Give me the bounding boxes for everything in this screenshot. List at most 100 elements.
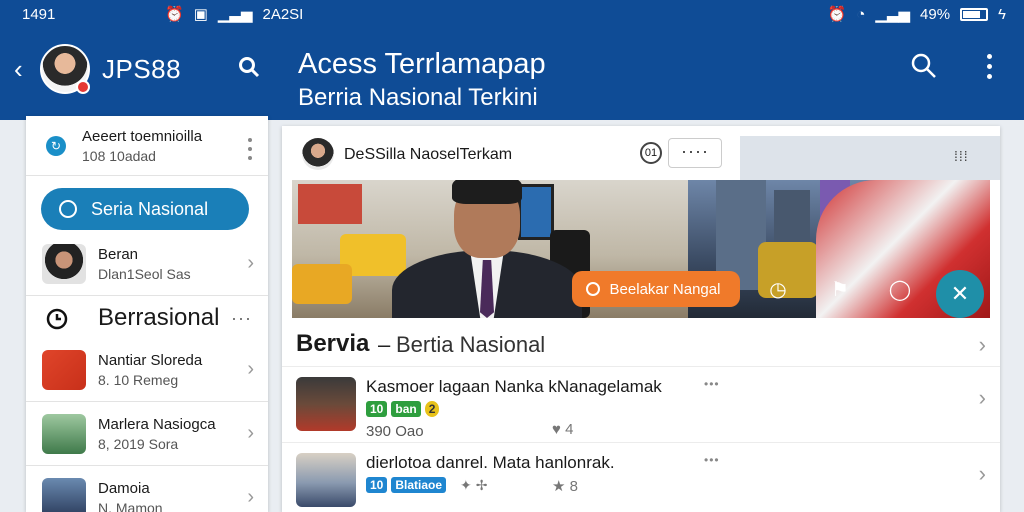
more-vert-icon[interactable]	[984, 54, 994, 79]
sidebar-item[interactable]: Nantiar Sloreda 8. 10 Remeg ›	[26, 340, 268, 402]
chevron-right-icon: ›	[978, 461, 986, 486]
like-count: ♥ 4	[552, 421, 573, 438]
sidebar-item[interactable]: Damoia N. Mamon ›	[26, 468, 268, 512]
sidebar-item[interactable]: Marlera Nasiogca 8, 2019 Sora ›	[26, 404, 268, 466]
card-header: DeSSilla NaoselTerkam 01 ···· ⁞⁞⁞	[282, 126, 1000, 180]
section-dash: –	[378, 332, 391, 357]
sidebar-item-label: Damoia	[98, 480, 150, 497]
status-bar: 1491 ⏰ ▣ ▁▃▅ 2A2SI ⏰ ◔ ▁▃▅ 49% ϟ	[0, 0, 1024, 30]
page-title: Acess Terrlamapap	[298, 48, 546, 80]
tag-badge: Blatiaoe	[391, 477, 447, 493]
pin-icon[interactable]: ✢	[476, 477, 488, 494]
sidebar-section-title: Berrasional	[98, 304, 220, 331]
star-count: ★ 8	[552, 477, 578, 495]
sidebar-top-item[interactable]: ↻ Aeeert toemnioilla 108 10adad	[26, 116, 268, 176]
article-title: dierlotoa danrel. Mata hanlonrak.	[366, 453, 615, 472]
circle-icon	[59, 200, 77, 218]
like-icon[interactable]: ♥	[552, 421, 561, 438]
article-row[interactable]: dierlotoa danrel. Mata hanlonrak. ••• 10…	[282, 442, 1000, 512]
timer-icon[interactable]: ◷	[764, 276, 792, 304]
more-button[interactable]: ····	[668, 138, 722, 168]
record-icon[interactable]: ◯	[886, 276, 914, 304]
section-title: Bervia	[296, 330, 370, 357]
sidebar-section-header: Berrasional ···	[26, 296, 268, 346]
sidebar: ↻ Aeeert toemnioilla 108 10adad Seria Na…	[26, 116, 268, 512]
signal-icon: ▁▃▅	[217, 6, 253, 23]
sidebar-item-label: Marlera Nasiogca	[98, 416, 216, 433]
star-icon[interactable]: ★	[552, 478, 565, 495]
hero-badge-label: Beelakar Nangal	[609, 281, 721, 298]
article-thumbnail	[296, 377, 356, 431]
article-tags: 10 Blatiaoe ✦ ✢	[366, 477, 488, 494]
sidebar-item-meta: 8, 2019 Sora	[98, 436, 179, 452]
person-hair	[452, 180, 522, 204]
search-icon[interactable]	[238, 56, 260, 83]
thumbnail	[42, 350, 86, 390]
flag-icon[interactable]: ⚑	[826, 276, 854, 304]
monitor	[518, 184, 554, 240]
article-title: Kasmoer lagaan Nanka kNanagelamak	[366, 377, 662, 396]
sidebar-item-label: Beran	[98, 246, 139, 263]
pill-label: Seria Nasional	[91, 199, 209, 219]
like-count-value: 4	[565, 421, 574, 438]
star-count-value: 8	[569, 478, 578, 495]
screenshot-icon: ▣	[193, 6, 208, 23]
taxi	[292, 264, 352, 304]
article-row[interactable]: Kasmoer lagaan Nanka kNanagelamak ••• 10…	[282, 366, 1000, 442]
chevron-right-icon: ›	[247, 358, 254, 380]
article-meta: 390 Oao	[366, 423, 424, 440]
tag-badge: 10	[366, 401, 388, 417]
signal-icon: ▁▃▅	[875, 6, 911, 23]
card-title: DeSSilla NaoselTerkam	[344, 146, 513, 163]
battery-percent: 49%	[920, 5, 951, 23]
tag-badge: 2	[424, 401, 440, 417]
page-subtitle: Berria Nasional Terkini	[298, 84, 538, 111]
clock-icon	[46, 308, 68, 330]
thumbnail	[42, 478, 86, 512]
chevron-right-icon: ›	[247, 486, 254, 508]
relevance-icon[interactable]: 01	[640, 142, 662, 164]
charging-icon: ϟ	[998, 5, 1006, 23]
status-mid-text: 2A2SI	[262, 5, 304, 23]
status-time: 1491	[22, 6, 56, 23]
sidebar-top-title: Aeeert toemnioilla	[82, 128, 203, 145]
tag-badge: ban	[391, 401, 421, 417]
avatar[interactable]	[40, 44, 90, 94]
sidebar-item-meta: N. Mamon	[98, 500, 163, 512]
tag-badge: 10	[366, 477, 388, 493]
sidebar-top-meta: 108 10adad	[82, 148, 156, 164]
share-icon[interactable]: ✦	[460, 477, 472, 494]
search-icon[interactable]	[910, 52, 938, 85]
sidebar-item[interactable]: Beran Dlan1Seol Sas ›	[26, 234, 268, 296]
more-horiz-icon[interactable]: •••	[704, 453, 720, 467]
status-icons-left: ⏰ ▣ ▁▃▅ 2A2SI	[165, 5, 304, 24]
section-subtitle: Bertia Nasional	[396, 332, 546, 357]
wifi-icon: ◔	[856, 5, 866, 23]
chevron-right-icon: ›	[978, 332, 986, 357]
chevron-right-icon: ›	[247, 422, 254, 444]
avatar[interactable]	[302, 138, 334, 170]
sidebar-item-label: Nantiar Sloreda	[98, 352, 203, 369]
thumbnail	[42, 414, 86, 454]
more-horiz-icon[interactable]: ···	[231, 308, 252, 329]
refresh-icon: ↻	[46, 136, 66, 156]
sidebar-item-meta: 8. 10 Remeg	[98, 372, 179, 388]
seria-nasional-button[interactable]: Seria Nasional	[41, 188, 249, 230]
chevron-right-icon: ›	[978, 385, 986, 410]
news-card: DeSSilla NaoselTerkam 01 ···· ⁞⁞⁞ Beelak…	[282, 126, 1000, 512]
alarm-icon: ⏰	[165, 6, 184, 23]
more-horiz-icon[interactable]: •••	[704, 377, 720, 391]
grid-icon[interactable]: ⁞⁞⁞	[954, 148, 969, 164]
section-header[interactable]: Bervia – Bertia Nasional ›	[282, 324, 1000, 364]
more-vert-icon[interactable]	[248, 138, 252, 160]
share-fab[interactable]: ✕	[936, 270, 984, 318]
alarm-icon: ⏰	[827, 6, 847, 23]
status-icons-right: ⏰ ◔ ▁▃▅ 49% ϟ	[827, 5, 1006, 24]
app-bar: ‹ JPS88 Acess Terrlamapap Berria Nasiona…	[0, 30, 1024, 120]
article-thumbnail	[296, 453, 356, 507]
shop-sign	[298, 184, 362, 224]
battery-icon	[960, 7, 989, 21]
back-arrow-icon[interactable]: ‹	[14, 54, 23, 85]
hero-badge-button[interactable]: Beelakar Nangal	[572, 271, 740, 307]
app-name: JPS88	[102, 54, 182, 84]
